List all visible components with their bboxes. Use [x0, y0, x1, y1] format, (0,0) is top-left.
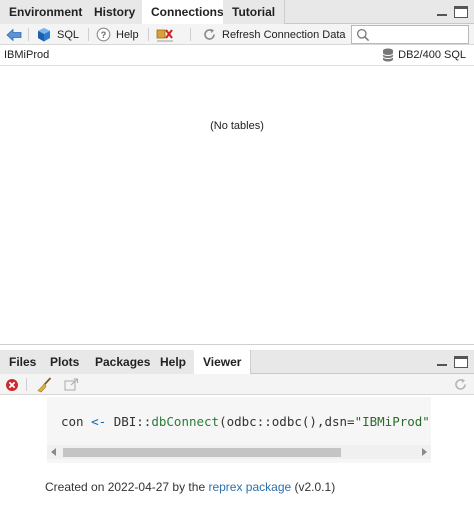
code-ns: DBI::	[113, 414, 152, 429]
code-tail: ,U	[430, 414, 431, 429]
top-tab-bar: Environment History Connections Tutorial	[0, 0, 474, 25]
scrollbar-thumb[interactable]	[63, 448, 341, 457]
viewer-content: con <- DBI::dbConnect(odbc::odbc(),dsn="…	[0, 397, 474, 509]
minimize-icon[interactable]	[435, 6, 449, 18]
empty-tables-message: (No tables)	[210, 120, 264, 132]
minimize-icon[interactable]	[435, 356, 449, 368]
tab-packages[interactable]: Packages	[86, 350, 161, 374]
code-line: con <- DBI::dbConnect(odbc::odbc(),dsn="…	[61, 414, 431, 429]
help-label: Help	[116, 28, 139, 41]
tab-files[interactable]: Files	[0, 350, 47, 374]
scroll-left-icon	[51, 448, 56, 456]
sql-button[interactable]: SQL	[36, 24, 79, 45]
viewer-pane: Files Plots Packages Help Viewer con <- …	[0, 350, 474, 509]
tab-history[interactable]: History	[85, 0, 146, 24]
clear-viewer-button[interactable]	[36, 374, 52, 395]
refresh-icon	[455, 378, 466, 390]
tab-environment[interactable]: Environment	[0, 0, 93, 24]
tab-plots[interactable]: Plots	[41, 350, 90, 374]
top-window-controls	[435, 6, 468, 18]
back-button[interactable]	[6, 24, 22, 45]
reprex-link[interactable]: reprex package	[208, 480, 291, 494]
code-dsn-key: dsn=	[324, 414, 355, 429]
scroll-left-button[interactable]	[47, 445, 61, 459]
back-arrow-icon	[6, 28, 22, 41]
disconnect-button[interactable]	[156, 24, 174, 45]
help-button[interactable]: ? Help	[96, 24, 139, 45]
connection-type-label: DB2/400 SQL	[398, 49, 466, 61]
code-fn: dbConnect	[151, 414, 220, 429]
remove-viewer-button[interactable]	[5, 374, 19, 395]
bottom-tab-bar: Files Plots Packages Help Viewer	[0, 350, 474, 375]
connections-pane: Environment History Connections Tutorial…	[0, 0, 474, 345]
sql-label: SQL	[57, 28, 80, 41]
refresh-viewer-button[interactable]	[453, 374, 468, 395]
broom-icon	[37, 376, 52, 392]
remove-circle-icon	[6, 378, 18, 391]
tab-viewer[interactable]: Viewer	[194, 350, 252, 375]
bottom-window-controls	[435, 356, 468, 368]
code-dsn-val: "IBMiProd"	[354, 414, 430, 429]
maximize-icon[interactable]	[454, 356, 468, 368]
connections-toolbar: SQL ? Help Refresh Connection Data	[0, 24, 474, 45]
refresh-button[interactable]: Refresh Connection Data	[202, 24, 346, 45]
footer-suffix: (v2.0.1)	[291, 480, 336, 494]
disconnect-icon	[156, 28, 173, 42]
connection-info-row: IBMiProd DB2/400 SQL	[0, 45, 474, 66]
search-icon	[356, 28, 370, 42]
code-assign: <-	[91, 414, 107, 429]
footer-prefix: Created on 2022-04-27 by the	[45, 480, 209, 494]
tab-tutorial[interactable]: Tutorial	[223, 0, 286, 24]
svg-text:?: ?	[101, 30, 107, 40]
popout-viewer-button[interactable]	[64, 374, 79, 395]
reprex-footer: Created on 2022-04-27 by the reprex pack…	[45, 480, 335, 494]
help-circle-icon: ?	[96, 27, 111, 42]
refresh-icon	[204, 28, 215, 40]
scroll-right-icon	[422, 448, 427, 456]
refresh-label: Refresh Connection Data	[222, 28, 346, 41]
viewer-toolbar	[0, 374, 474, 395]
sql-cube-icon	[38, 27, 50, 41]
horizontal-scrollbar[interactable]	[47, 445, 431, 459]
code-paren: (	[219, 414, 227, 429]
connection-name: IBMiProd	[4, 49, 50, 61]
popout-window-icon	[64, 377, 79, 390]
scroll-right-button[interactable]	[417, 445, 431, 459]
search-input[interactable]	[351, 25, 469, 44]
tab-connections[interactable]: Connections	[142, 0, 234, 25]
connection-type: DB2/400 SQL	[382, 48, 466, 62]
code-arg: odbc::odbc(),	[226, 414, 325, 429]
code-var: con	[61, 414, 84, 429]
maximize-icon[interactable]	[454, 6, 468, 18]
database-icon	[382, 48, 394, 62]
tab-help[interactable]: Help	[151, 350, 197, 374]
